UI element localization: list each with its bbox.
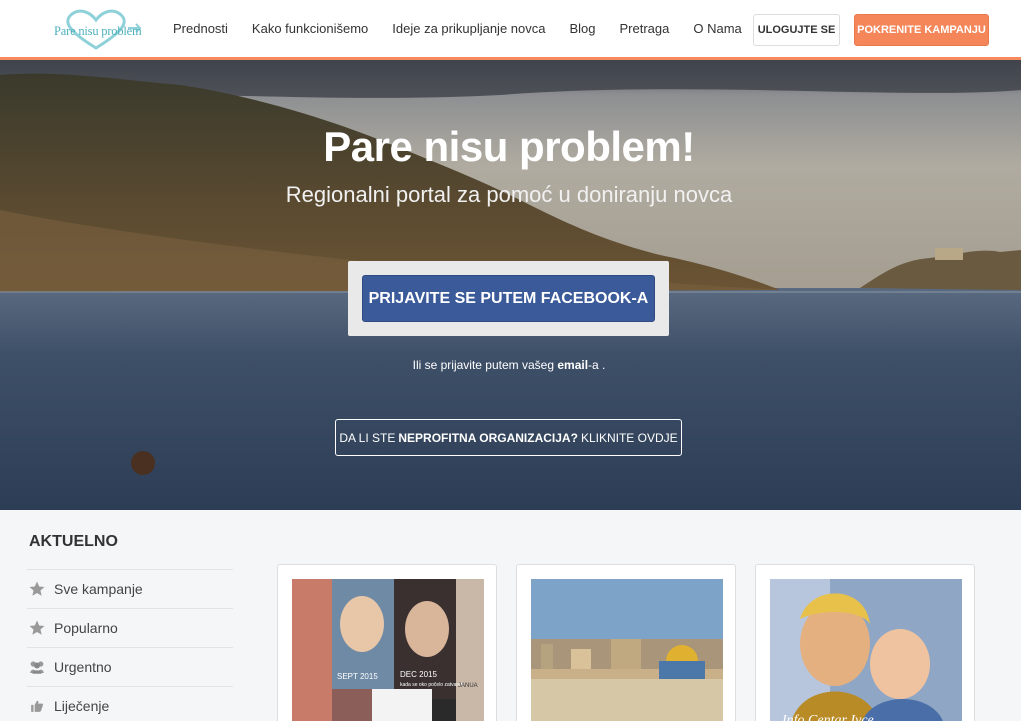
site-header: Pare nisu problem Prednosti Kako funkcio… xyxy=(0,0,1021,60)
nonprofit-prefix: DA LI STE xyxy=(339,430,396,445)
campaign-card[interactable]: Info Centar Ivce xyxy=(755,564,975,721)
email-login-link[interactable]: email xyxy=(557,358,588,372)
hero-banner: Pare nisu problem! Regionalni portal za … xyxy=(0,60,1021,510)
login-button[interactable]: ULOGUJTE SE xyxy=(753,14,840,46)
card-caption-note: kada se oko počelo zatvarati xyxy=(400,682,463,688)
card-caption-jan: JANUA xyxy=(458,683,478,689)
card-caption: Info Centar Ivce xyxy=(781,713,874,721)
email-login-text: Ili se prijavite putem vašeg email-a . xyxy=(0,358,1018,372)
sidebar-item-popularno[interactable]: Popularno xyxy=(27,608,233,647)
card-caption-dec: DEC 2015 xyxy=(400,670,437,679)
nav-link-blog[interactable]: Blog xyxy=(569,21,595,36)
sidebar-item-urgentno[interactable]: Urgentno xyxy=(27,647,233,686)
star-icon xyxy=(27,619,47,637)
logo[interactable]: Pare nisu problem xyxy=(50,8,142,50)
thumbs-up-icon xyxy=(27,699,47,713)
card-caption-sept: SEPT 2015 xyxy=(337,672,378,681)
nav-link-pretraga[interactable]: Pretraga xyxy=(620,21,670,36)
campaign-image xyxy=(531,579,723,721)
campaign-image: Info Centar Ivce xyxy=(770,579,962,721)
hero-subtitle: Regionalni portal za pomoć u doniranju n… xyxy=(285,182,733,207)
sidebar-item-lijecenje[interactable]: Liječenje xyxy=(27,686,233,721)
hero-title: Pare nisu problem! xyxy=(323,123,695,170)
main-nav: Prednosti Kako funkcionišemo Ideje za pr… xyxy=(173,21,766,36)
nonprofit-suffix: KLIKNITE OVDJE xyxy=(580,430,678,445)
facebook-login-button[interactable]: PRIJAVITE SE PUTEM FACEBOOK-A xyxy=(362,275,655,322)
nonprofit-button[interactable]: DA LI STE NEPROFITNA ORGANIZACIJA? KLIKN… xyxy=(335,419,682,456)
sidebar-list: Sve kampanje Popularno Urgentno Liječenj… xyxy=(27,569,233,721)
email-prefix: Ili se prijavite putem vašeg xyxy=(412,358,555,372)
sidebar-title: AKTUELNO xyxy=(29,533,118,550)
nonprofit-bold: NEPROFITNA ORGANIZACIJA? xyxy=(398,430,578,445)
users-icon xyxy=(27,659,47,675)
sidebar-item-label: Popularno xyxy=(54,620,118,636)
sidebar-item-label: Liječenje xyxy=(54,698,110,714)
sidebar-item-label: Urgentno xyxy=(54,659,112,675)
campaign-card[interactable] xyxy=(516,564,736,721)
nav-link-o-nama[interactable]: O Nama xyxy=(693,21,741,36)
nav-link-prednosti[interactable]: Prednosti xyxy=(173,21,228,36)
star-icon xyxy=(27,580,47,598)
sidebar-item-label: Sve kampanje xyxy=(54,581,143,597)
campaign-image: SEPT 2015 DEC 2015 kada se oko počelo za… xyxy=(292,579,484,721)
start-campaign-button[interactable]: POKRENITE KAMPANJU xyxy=(854,14,989,46)
logo-text: Pare nisu problem xyxy=(54,24,142,38)
nav-link-kako-funkcionisemo[interactable]: Kako funkcionišemo xyxy=(252,21,368,36)
sidebar-item-sve-kampanje[interactable]: Sve kampanje xyxy=(27,569,233,608)
nav-link-ideje[interactable]: Ideje za prikupljanje novca xyxy=(392,21,545,36)
campaign-card[interactable]: SEPT 2015 DEC 2015 kada se oko počelo za… xyxy=(277,564,497,721)
facebook-login-box: PRIJAVITE SE PUTEM FACEBOOK-A xyxy=(348,261,669,336)
email-suffix: -a . xyxy=(588,358,606,372)
